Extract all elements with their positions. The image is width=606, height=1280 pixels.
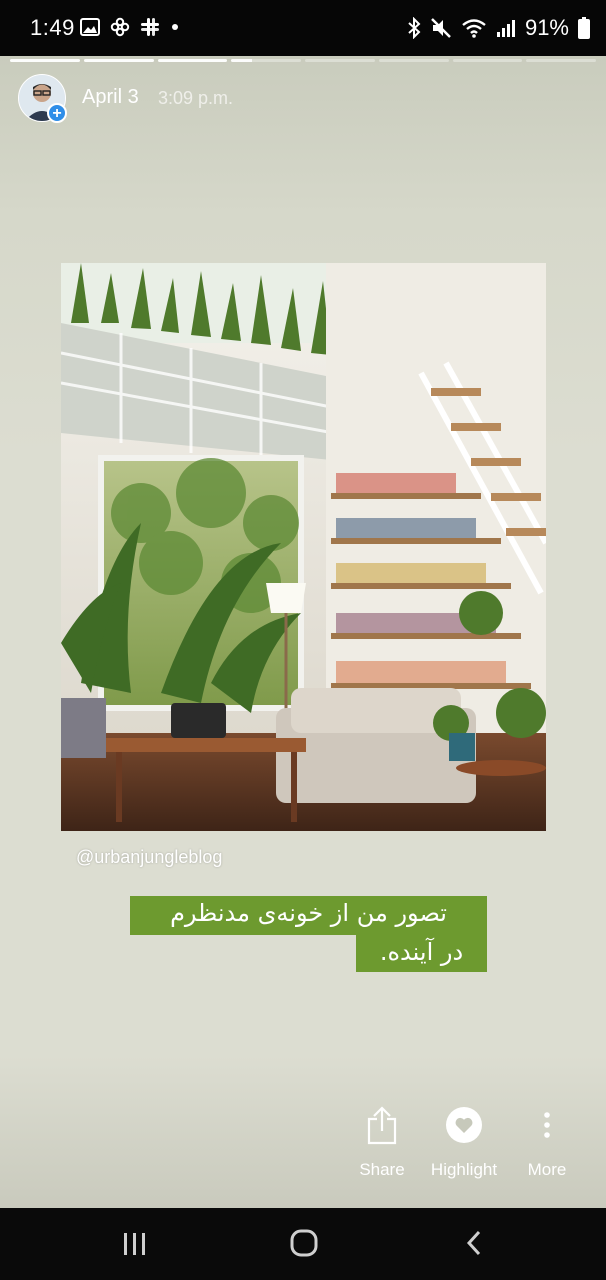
progress-segment xyxy=(452,59,523,62)
image-notification-icon xyxy=(80,18,100,36)
more-label: More xyxy=(527,1160,567,1179)
system-icons: 91% xyxy=(407,15,590,41)
progress-segment-current xyxy=(231,59,301,62)
home-icon[interactable] xyxy=(289,1228,319,1258)
more-dot-icon xyxy=(172,24,178,30)
caption-line-2: در آینده. xyxy=(356,935,487,972)
heart-circle-icon xyxy=(446,1107,482,1143)
story-progress xyxy=(10,59,596,63)
caption-line-1: تصور من از خونه‌ی مدنظرم xyxy=(130,896,487,935)
battery-icon xyxy=(578,17,590,39)
progress-segment xyxy=(10,59,80,62)
notification-icons xyxy=(80,17,180,37)
wifi-icon xyxy=(462,19,486,38)
photo-credit: @urbanjungleblog xyxy=(76,847,223,867)
add-story-badge[interactable]: + xyxy=(47,103,67,123)
share-label: Share xyxy=(359,1160,405,1179)
share-icon xyxy=(367,1106,397,1145)
highlight-button[interactable]: Highlight xyxy=(426,1105,502,1180)
story-photo[interactable] xyxy=(61,263,546,831)
highlight-label: Highlight xyxy=(430,1160,498,1179)
slack-icon xyxy=(141,18,159,36)
progress-segment xyxy=(157,59,228,62)
mute-icon xyxy=(431,18,451,38)
signal-icon xyxy=(496,20,515,37)
more-button[interactable]: More xyxy=(520,1105,574,1180)
progress-segment xyxy=(83,59,154,62)
story-time: 3:09 p.m. xyxy=(158,88,234,108)
pinwheel-app-icon xyxy=(110,17,130,37)
progress-segment xyxy=(305,59,375,62)
back-icon[interactable] xyxy=(462,1228,486,1258)
share-button[interactable]: Share xyxy=(350,1105,414,1180)
battery-percent: 91% xyxy=(524,15,569,40)
story-date: April 3 xyxy=(82,86,139,108)
progress-segment xyxy=(526,59,596,62)
status-time: 1:49 xyxy=(30,15,75,40)
progress-segment xyxy=(378,59,449,62)
recent-apps-icon[interactable] xyxy=(121,1230,149,1258)
bluetooth-icon xyxy=(408,17,421,39)
system-nav-bar xyxy=(0,1208,606,1280)
more-vertical-icon xyxy=(544,1112,550,1138)
status-bar: 1:49 91% xyxy=(0,0,606,56)
